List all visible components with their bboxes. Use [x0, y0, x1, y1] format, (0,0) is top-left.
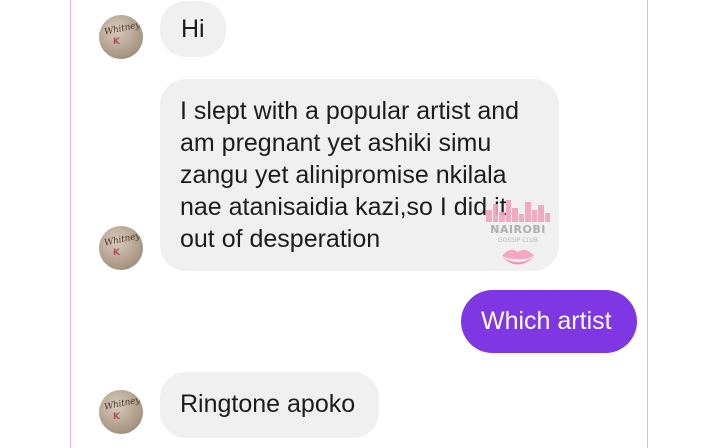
sender-avatar[interactable]: Whitney K: [99, 390, 143, 434]
sender-avatar[interactable]: Whitney K: [99, 226, 143, 270]
avatar-signature: Whitney: [103, 231, 142, 249]
avatar-mark: K: [113, 412, 120, 422]
avatar-signature: Whitney: [103, 20, 142, 38]
message-bubble-incoming[interactable]: Ringtone apoko: [160, 372, 379, 438]
nairobi-gossip-club-watermark: NAIROBI GOSSIP CLUB: [482, 196, 554, 274]
lips-icon: [502, 249, 534, 265]
message-text-line: am pregnant yet ashiki simu: [180, 129, 492, 157]
message-text-line: I slept with a popular artist and: [180, 97, 520, 125]
watermark-title: NAIROBI: [490, 223, 546, 236]
message-text: Ringtone apoko: [180, 390, 356, 418]
watermark-subtitle: GOSSIP CLUB: [497, 237, 539, 244]
message-text: Hi: [181, 15, 205, 43]
message-text-line: zangu yet alinipromise nkilala: [180, 161, 507, 189]
message-bubble-incoming[interactable]: Hi: [160, 1, 226, 57]
avatar-mark: K: [113, 37, 120, 47]
message-bubble-outgoing[interactable]: Which artist: [461, 290, 637, 353]
avatar-signature: Whitney: [103, 395, 142, 413]
sender-avatar[interactable]: Whitney K: [99, 15, 143, 59]
avatar-mark: K: [113, 248, 120, 258]
message-text: Which artist: [481, 307, 612, 335]
